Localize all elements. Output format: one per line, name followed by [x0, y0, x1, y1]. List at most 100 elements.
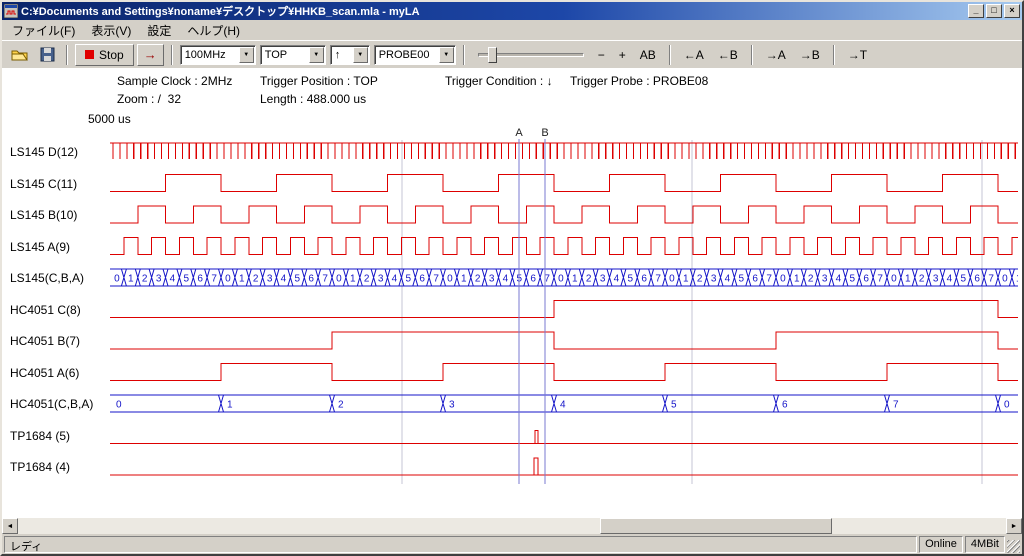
next-cursor-a-button[interactable]: →A	[761, 46, 791, 64]
bus-value: 7	[988, 274, 994, 285]
zoom-out-button[interactable]: −	[593, 46, 610, 64]
open-folder-icon	[11, 48, 29, 62]
bus-value: 7	[877, 274, 883, 285]
menu-item-3[interactable]: 設定	[139, 19, 179, 42]
toolbar-separator	[463, 45, 465, 65]
slider-thumb[interactable]	[488, 47, 497, 63]
channel-label[interactable]: HC4051 B(7)	[10, 326, 80, 356]
menu-item-1[interactable]: ファイル(F)	[4, 19, 83, 42]
bus-value: 3	[156, 274, 162, 285]
bus-value: 6	[782, 400, 788, 411]
toolbar-separator	[171, 45, 173, 65]
bus-value: 0	[558, 274, 564, 285]
bus-value: 2	[586, 274, 592, 285]
chevron-down-icon[interactable]: ▼	[353, 47, 368, 63]
probe-select[interactable]: PROBE00▼	[374, 45, 456, 65]
titlebar[interactable]: C:¥Documents and Settings¥noname¥デスクトップ¥…	[2, 2, 1022, 20]
channel-label[interactable]: HC4051 A(6)	[10, 358, 79, 388]
channel-label[interactable]: LS145 B(10)	[10, 200, 77, 230]
next-cursor-b-button[interactable]: →B	[795, 46, 825, 64]
bus-value: 2	[919, 274, 925, 285]
bus-value: 3	[600, 274, 606, 285]
channel-label[interactable]: TP1684 (5)	[10, 421, 70, 451]
trigger-edge-select[interactable]: ↑▼	[330, 45, 370, 65]
run-button[interactable]: →	[137, 44, 164, 66]
bus-value: 2	[697, 274, 703, 285]
bus-value: 1	[1016, 274, 1018, 285]
cursor-label-a: A	[515, 127, 523, 139]
bus-value: 6	[530, 274, 536, 285]
bus-value: 3	[711, 274, 717, 285]
prev-cursor-b-button[interactable]: ←B	[713, 46, 743, 64]
statusbar: レディ Online 4MBit	[2, 534, 1022, 554]
channel-label[interactable]: LS145 D(12)	[10, 137, 78, 167]
bus-value: 7	[766, 274, 772, 285]
prev-cursor-a-button[interactable]: ←A	[679, 46, 709, 64]
scrollbar-thumb[interactable]	[600, 518, 832, 534]
bus-value: 0	[114, 274, 120, 285]
channel-label[interactable]: HC4051(C,B,A)	[10, 389, 93, 419]
stop-label: Stop	[99, 48, 124, 62]
channel-label[interactable]: LS145(C,B,A)	[10, 263, 84, 293]
waveform-display[interactable]: 0123456701234567012345670123456701234567…	[110, 126, 1018, 492]
sample-clock-select-value: 100MHz	[185, 49, 226, 61]
zoom-slider[interactable]	[478, 44, 584, 66]
close-button[interactable]: ×	[1004, 4, 1020, 18]
open-file-button[interactable]	[8, 44, 32, 66]
bus-value: 2	[142, 274, 148, 285]
horizontal-scrollbar[interactable]: ◄ ►	[2, 518, 1022, 534]
toolbar: Stop → 100MHz▼TOP▼↑▼PROBE00▼ −+AB←A←B→A→…	[2, 40, 1022, 68]
channel-label[interactable]: LS145 C(11)	[10, 169, 77, 199]
bus-value: 5	[671, 400, 677, 411]
chevron-down-icon[interactable]: ▼	[309, 47, 324, 63]
channel-waveform	[110, 301, 1018, 318]
bus-value: 3	[267, 274, 273, 285]
cursor-ab-button[interactable]: AB	[635, 46, 661, 64]
minimize-button[interactable]: _	[968, 4, 984, 18]
scroll-left-button[interactable]: ◄	[2, 518, 18, 534]
scroll-right-button[interactable]: ►	[1006, 518, 1022, 534]
bus-value: 4	[281, 274, 287, 285]
stop-button[interactable]: Stop	[75, 44, 134, 66]
bus-value: 3	[822, 274, 828, 285]
zoom-in-button[interactable]: +	[614, 46, 631, 64]
trigger-position-select[interactable]: TOP ▼	[260, 45, 326, 65]
bus-value: 5	[184, 274, 190, 285]
channel-label-column: LS145 D(12)LS145 C(11)LS145 B(10)LS145 A…	[2, 126, 110, 492]
channel-waveform	[110, 175, 1018, 192]
channel-label[interactable]: HC4051 C(8)	[10, 295, 81, 325]
bus-value: 0	[1004, 400, 1010, 411]
goto-trigger-button[interactable]: →T	[843, 46, 872, 64]
bus-value: 5	[295, 274, 301, 285]
menu-item-4[interactable]: ヘルプ(H)	[179, 19, 248, 42]
bus-value: 4	[725, 274, 731, 285]
combo-strip: 100MHz▼TOP▼↑▼PROBE00▼	[180, 45, 456, 65]
bus-value: 6	[197, 274, 203, 285]
trigger-position-info: Trigger Position : TOP	[260, 74, 378, 88]
waveform-panel: Sample Clock : 2MHz Trigger Position : T…	[2, 68, 1022, 518]
bus-value: 1	[683, 274, 689, 285]
menubar: ファイル(F)表示(V)設定ヘルプ(H)	[2, 20, 1022, 40]
channel-label[interactable]: LS145 A(9)	[10, 232, 70, 262]
bus-value: 4	[560, 400, 566, 411]
save-file-button[interactable]	[35, 44, 59, 66]
maximize-button[interactable]: □	[986, 4, 1002, 18]
resize-grip[interactable]	[1007, 540, 1020, 553]
bus-value: 7	[893, 400, 899, 411]
channel-waveform	[110, 431, 1018, 444]
bus-value: 5	[850, 274, 856, 285]
bus-value: 2	[253, 274, 259, 285]
channel-label[interactable]: TP1684 (4)	[10, 452, 70, 482]
chevron-down-icon[interactable]: ▼	[439, 47, 454, 63]
channel-waveform	[110, 143, 1018, 159]
bus-value: 0	[780, 274, 786, 285]
bus-value: 7	[211, 274, 217, 285]
chevron-down-icon[interactable]: ▼	[239, 47, 254, 63]
toolbar-separator	[833, 45, 835, 65]
sample-clock-select[interactable]: 100MHz ▼	[180, 45, 256, 65]
bus-value: 6	[641, 274, 647, 285]
cursor-label-b: B	[541, 127, 548, 139]
menu-item-2[interactable]: 表示(V)	[83, 19, 139, 42]
bus-value: 1	[128, 274, 134, 285]
trigger-position-select-value: TOP	[265, 49, 287, 61]
